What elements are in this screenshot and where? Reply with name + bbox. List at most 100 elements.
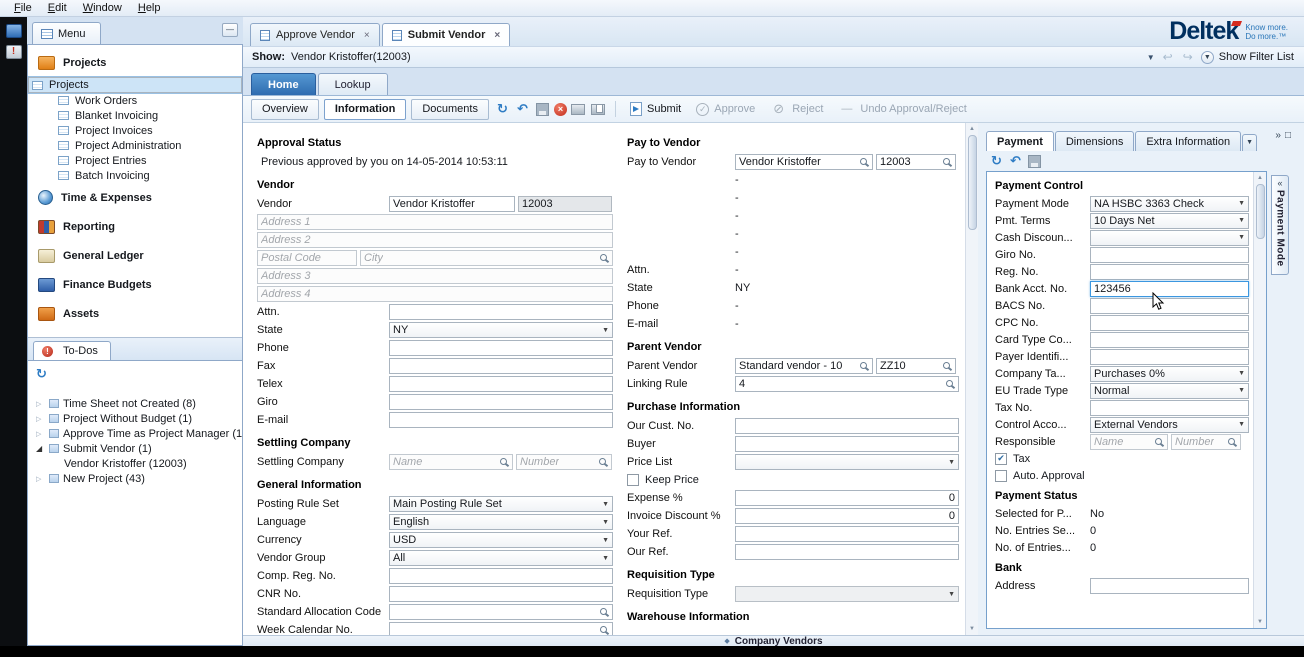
close-tab-icon[interactable]: × xyxy=(364,30,370,41)
combobox-arrow-icon[interactable]: ▼ xyxy=(1147,53,1155,62)
payment-mode-select[interactable]: NA HSBC 3363 Check▼ xyxy=(1090,196,1249,212)
expense-input[interactable]: 0 xyxy=(735,490,959,506)
lookup-icon[interactable] xyxy=(942,361,952,371)
sidebar-item-project-entries[interactable]: Project Entries xyxy=(28,153,242,168)
lookup-icon[interactable] xyxy=(859,157,869,167)
sidebar-section-reporting[interactable]: Reporting xyxy=(28,212,242,241)
todo-item-new-project-43[interactable]: ▷New Project (43) xyxy=(28,471,242,486)
lookup-icon[interactable] xyxy=(599,253,609,263)
scroll-up-icon[interactable]: ▲ xyxy=(1257,173,1263,183)
address-input[interactable] xyxy=(1090,578,1249,594)
sidebar-section-assets[interactable]: Assets xyxy=(28,299,242,328)
expand-triangle-icon[interactable]: ▷ xyxy=(36,475,45,483)
lookup-icon[interactable] xyxy=(859,361,869,371)
close-tab-icon[interactable]: × xyxy=(494,30,500,41)
address-1-input[interactable]: Address 1 xyxy=(257,214,613,230)
tax-no-input[interactable] xyxy=(1090,400,1249,416)
price-list-select[interactable]: ▼ xyxy=(735,454,959,470)
undo-icon[interactable]: ↶ xyxy=(514,101,531,118)
linking-rule-input[interactable]: 4 xyxy=(735,376,959,392)
pmt-terms-select[interactable]: 10 Days Net▼ xyxy=(1090,213,1249,229)
requisition-type-select[interactable]: ▼ xyxy=(735,586,959,602)
panel-undo-icon[interactable]: ↶ xyxy=(1007,153,1024,170)
parent-vendor-input[interactable]: ZZ10 xyxy=(876,358,956,374)
workspace-tab-approve-vendor[interactable]: Approve Vendor× xyxy=(250,23,380,46)
print-icon[interactable] xyxy=(570,101,587,118)
payment-mode-side-tab[interactable]: « Payment Mode xyxy=(1271,175,1289,275)
comp-reg-no-input[interactable] xyxy=(389,568,613,584)
menu-file[interactable]: File xyxy=(6,1,40,15)
vendor-group-select[interactable]: All▼ xyxy=(389,550,613,566)
todo-item-project-without-budget-1[interactable]: ▷Project Without Budget (1) xyxy=(28,411,242,426)
control-acco-select[interactable]: External Vendors▼ xyxy=(1090,417,1249,433)
show-filter-list-button[interactable]: ▼ Show Filter List xyxy=(1201,51,1294,64)
scroll-down-icon[interactable]: ▼ xyxy=(969,624,975,634)
payer-identifi-input[interactable] xyxy=(1090,349,1249,365)
todo-item-submit-vendor-1[interactable]: ◢Submit Vendor (1) xyxy=(28,441,242,456)
week-calendar-no-input[interactable] xyxy=(389,622,613,635)
scroll-down-icon[interactable]: ▼ xyxy=(1257,617,1263,627)
lookup-icon[interactable] xyxy=(942,157,952,167)
cash-discoun-select[interactable]: ▼ xyxy=(1090,230,1249,246)
todo-item-time-sheet-not-created-8[interactable]: ▷Time Sheet not Created (8) xyxy=(28,396,242,411)
panel-vertical-scrollbar[interactable]: ▲ ▼ xyxy=(1253,172,1266,628)
posting-rule-set-select[interactable]: Main Posting Rule Set▼ xyxy=(389,496,613,512)
panel-save-icon[interactable] xyxy=(1026,153,1043,170)
responsible-input[interactable]: Name xyxy=(1090,434,1168,450)
collapse-triangle-icon[interactable]: ◢ xyxy=(36,444,45,453)
nav-back-icon[interactable]: ↩ xyxy=(1161,50,1175,64)
sidebar-item-work-orders[interactable]: Work Orders xyxy=(28,93,242,108)
city-input[interactable]: City xyxy=(360,250,613,266)
invoice-discount-input[interactable]: 0 xyxy=(735,508,959,524)
sidebar-section-time-expenses[interactable]: Time & Expenses xyxy=(28,183,242,212)
your-ref-input[interactable] xyxy=(735,526,959,542)
undo-approval-reject-button[interactable]: —Undo Approval/Reject xyxy=(832,101,972,118)
preview-icon[interactable] xyxy=(590,101,607,118)
settling-company-input[interactable]: Name xyxy=(389,454,513,470)
todos-refresh-icon[interactable]: ↻ xyxy=(28,365,242,382)
tax-checkbox[interactable] xyxy=(995,453,1007,465)
pay-to-vendor-input[interactable]: Vendor Kristoffer xyxy=(735,154,873,170)
company-ta-select[interactable]: Purchases 0%▼ xyxy=(1090,366,1249,382)
sidebar-section-general-ledger[interactable]: General Ledger xyxy=(28,241,242,270)
fax-input[interactable] xyxy=(389,358,613,374)
expand-triangle-icon[interactable]: ▷ xyxy=(36,415,45,423)
menu-edit[interactable]: Edit xyxy=(40,1,75,15)
form-tab-information[interactable]: Information xyxy=(324,99,407,120)
sidebar-item-batch-invoicing[interactable]: Batch Invoicing xyxy=(28,168,242,183)
panel-tab-payment[interactable]: Payment xyxy=(986,131,1054,151)
sidebar-section-finance-budgets[interactable]: Finance Budgets xyxy=(28,270,242,299)
panel-tab-overflow-button[interactable]: ▼ xyxy=(1242,134,1257,151)
main-vertical-scrollbar[interactable]: ▲ ▼ xyxy=(965,123,978,635)
filter-combobox[interactable]: Vendor Kristoffer(12003) ▼ xyxy=(291,51,1155,63)
nav-forward-icon[interactable]: ↪ xyxy=(1181,50,1195,64)
buyer-input[interactable] xyxy=(735,436,959,452)
giro-no-input[interactable] xyxy=(1090,247,1249,263)
currency-select[interactable]: USD▼ xyxy=(389,532,613,548)
sidebar-section-projects[interactable]: Projects xyxy=(28,48,242,77)
sidebar-item-project-administration[interactable]: Project Administration xyxy=(28,138,242,153)
save-icon[interactable] xyxy=(534,101,551,118)
form-tab-overview[interactable]: Overview xyxy=(251,99,319,120)
eu-trade-type-select[interactable]: Normal▼ xyxy=(1090,383,1249,399)
todo-item-vendor-kristoffer-12003[interactable]: Vendor Kristoffer (12003) xyxy=(28,456,242,471)
workspace-tab-submit-vendor[interactable]: Submit Vendor× xyxy=(382,23,510,46)
approve-button[interactable]: ✓Approve xyxy=(690,103,761,116)
scroll-up-icon[interactable]: ▲ xyxy=(969,124,975,134)
panel-refresh-icon[interactable]: ↻ xyxy=(988,153,1005,170)
sidebar-item-projects[interactable]: Projects xyxy=(28,77,242,93)
panel-tab-extra-information[interactable]: Extra Information xyxy=(1135,131,1241,151)
card-type-co-input[interactable] xyxy=(1090,332,1249,348)
lookup-icon[interactable] xyxy=(598,457,608,467)
responsible-input[interactable]: Number xyxy=(1171,434,1241,450)
pay-to-vendor-input[interactable]: 12003 xyxy=(876,154,956,170)
auto-approval-checkbox[interactable] xyxy=(995,470,1007,482)
keep-price-checkbox[interactable] xyxy=(627,474,639,486)
form-tab-documents[interactable]: Documents xyxy=(411,99,489,120)
expand-triangle-icon[interactable]: ▷ xyxy=(36,400,45,408)
menu-help[interactable]: Help xyxy=(130,1,169,15)
lookup-icon[interactable] xyxy=(599,625,609,635)
bottom-panel-header[interactable]: ◆ Company Vendors xyxy=(243,635,1304,646)
menu-tab[interactable]: Menu xyxy=(32,22,101,44)
lookup-icon[interactable] xyxy=(1154,437,1164,447)
